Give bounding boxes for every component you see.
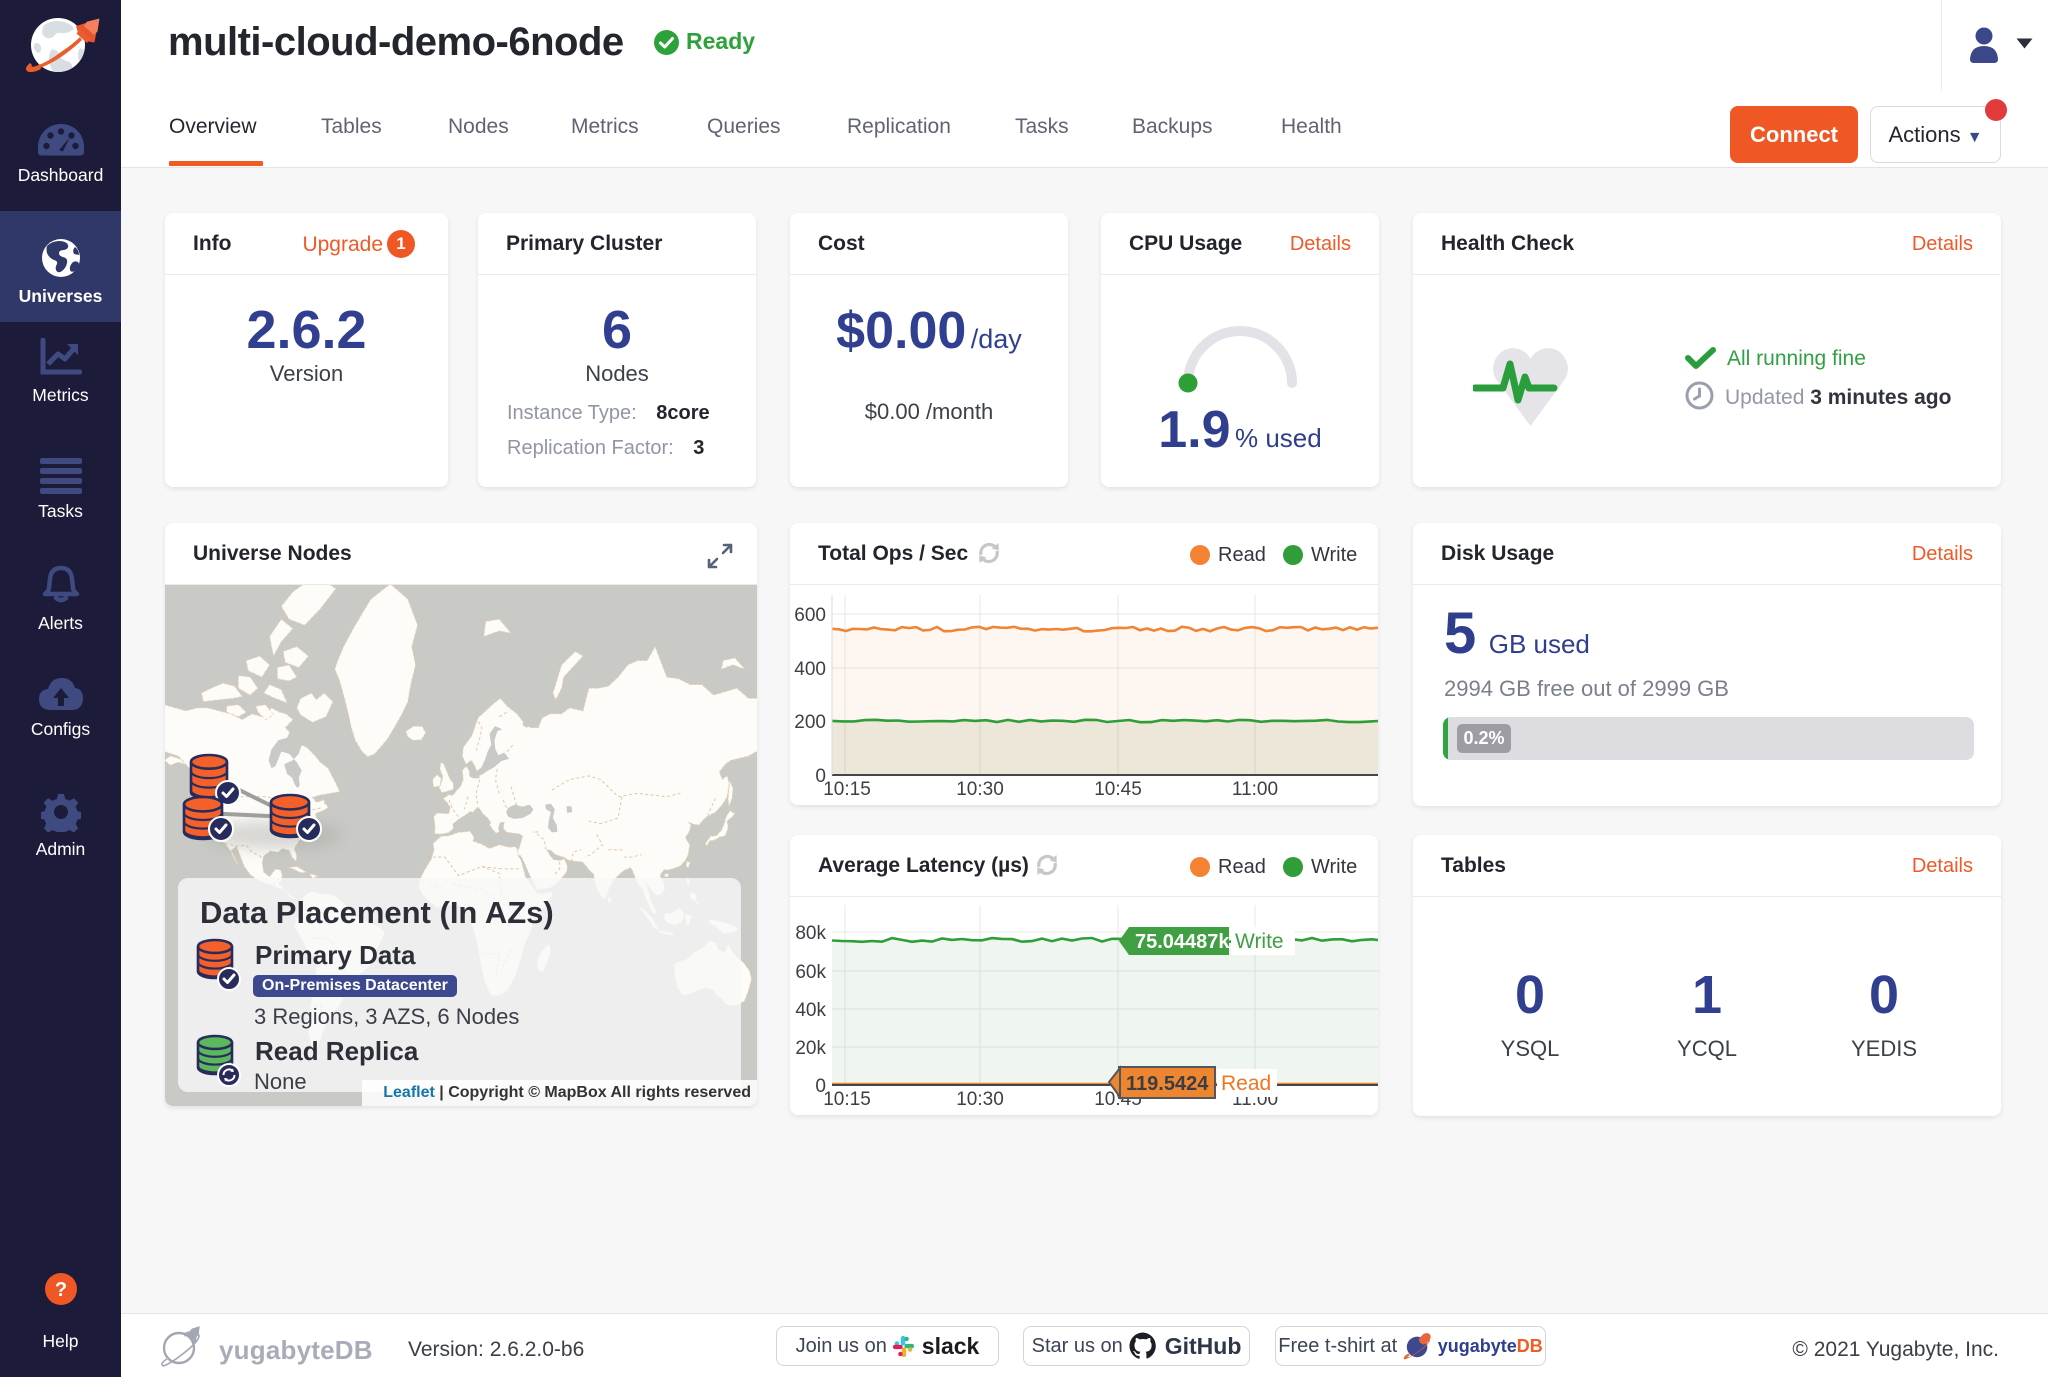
svg-text:40k: 40k (795, 1000, 826, 1021)
svg-text:80k: 80k (795, 923, 826, 944)
svg-text:Write: Write (1235, 930, 1284, 953)
svg-text:75.04487k: 75.04487k (1135, 931, 1230, 953)
svg-text:10:45: 10:45 (1094, 779, 1142, 800)
svg-text:400: 400 (794, 659, 826, 680)
svg-text:11:00: 11:00 (1232, 779, 1278, 800)
svg-text:10:30: 10:30 (956, 1089, 1004, 1110)
svg-text:60k: 60k (795, 962, 826, 983)
svg-text:Read: Read (1221, 1072, 1271, 1095)
svg-text:10:15: 10:15 (823, 779, 871, 800)
svg-text:600: 600 (794, 605, 826, 626)
svg-text:10:15: 10:15 (823, 1089, 871, 1110)
svg-text:10:30: 10:30 (956, 779, 1004, 800)
svg-text:?: ? (54, 1279, 66, 1301)
svg-text:119.5424: 119.5424 (1126, 1073, 1209, 1095)
svg-text:200: 200 (794, 712, 826, 733)
svg-text:20k: 20k (795, 1038, 826, 1059)
